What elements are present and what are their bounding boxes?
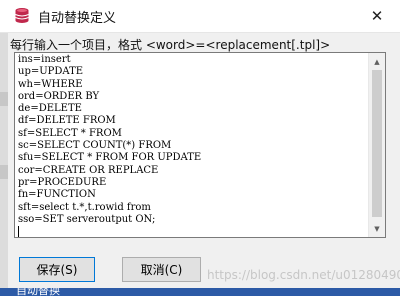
editor-line: sft=select t.*,t.rowid from	[18, 201, 151, 213]
scroll-up-arrow-icon[interactable]: ▲	[369, 53, 385, 70]
format-instruction: 每行输入一个项目，格式 <word>=<replacement[.tpl]>	[10, 38, 331, 52]
database-icon	[14, 7, 30, 25]
save-button[interactable]: 保存(S)	[19, 257, 95, 282]
text-caret	[18, 226, 19, 237]
background-marker	[0, 92, 8, 106]
cancel-button-label: 取消(C)	[140, 263, 183, 277]
replacement-definitions-textarea[interactable]: ins=insert up=UPDATE wh=WHERE ord=ORDER BY d…	[14, 52, 386, 238]
editor-line: sfu=SELECT * FROM FOR UPDATE	[18, 152, 202, 164]
editor-line: sc=SELECT COUNT(*) FROM	[18, 140, 172, 152]
editor-line: up=UPDATE	[18, 66, 84, 78]
close-icon: ✕	[370, 7, 384, 25]
background-marker	[0, 165, 8, 179]
vertical-scrollbar[interactable]: ▲ ▼	[368, 53, 385, 237]
editor-line: pr=PROCEDURE	[18, 176, 107, 188]
save-button-label: 保存(S)	[36, 263, 78, 277]
editor-line: df=DELETE FROM	[18, 115, 116, 127]
editor-line: fn=FUNCTION	[18, 189, 96, 201]
background-window-title: 自动替换	[16, 288, 60, 296]
editor-line: sf=SELECT * FROM	[18, 127, 122, 139]
close-button[interactable]: ✕	[354, 0, 400, 32]
cancel-button[interactable]: 取消(C)	[122, 257, 201, 282]
scrollbar-thumb[interactable]	[372, 70, 382, 217]
editor-caret-line	[18, 226, 368, 237]
scroll-down-arrow-icon[interactable]: ▼	[369, 220, 385, 237]
background-window-edge	[0, 0, 8, 296]
editor-line: cor=CREATE OR REPLACE	[18, 164, 159, 176]
editor-line: ord=ORDER BY	[18, 90, 100, 102]
editor-line: wh=WHERE	[18, 78, 83, 90]
dialog-titlebar[interactable]: 自动替换定义 ✕	[0, 0, 400, 33]
editor-line: sso=SET serveroutput ON;	[18, 213, 156, 225]
editor-content: ins=insert up=UPDATE wh=WHERE ord=ORDER BY d…	[18, 54, 368, 237]
watermark: https://blog.csdn.net/u012804909	[207, 268, 400, 282]
editor-line: de=DELETE	[18, 103, 82, 115]
dialog-title: 自动替换定义	[38, 11, 117, 26]
editor-line: ins=insert	[18, 54, 71, 65]
background-taskbar: 自动替换	[0, 288, 400, 296]
